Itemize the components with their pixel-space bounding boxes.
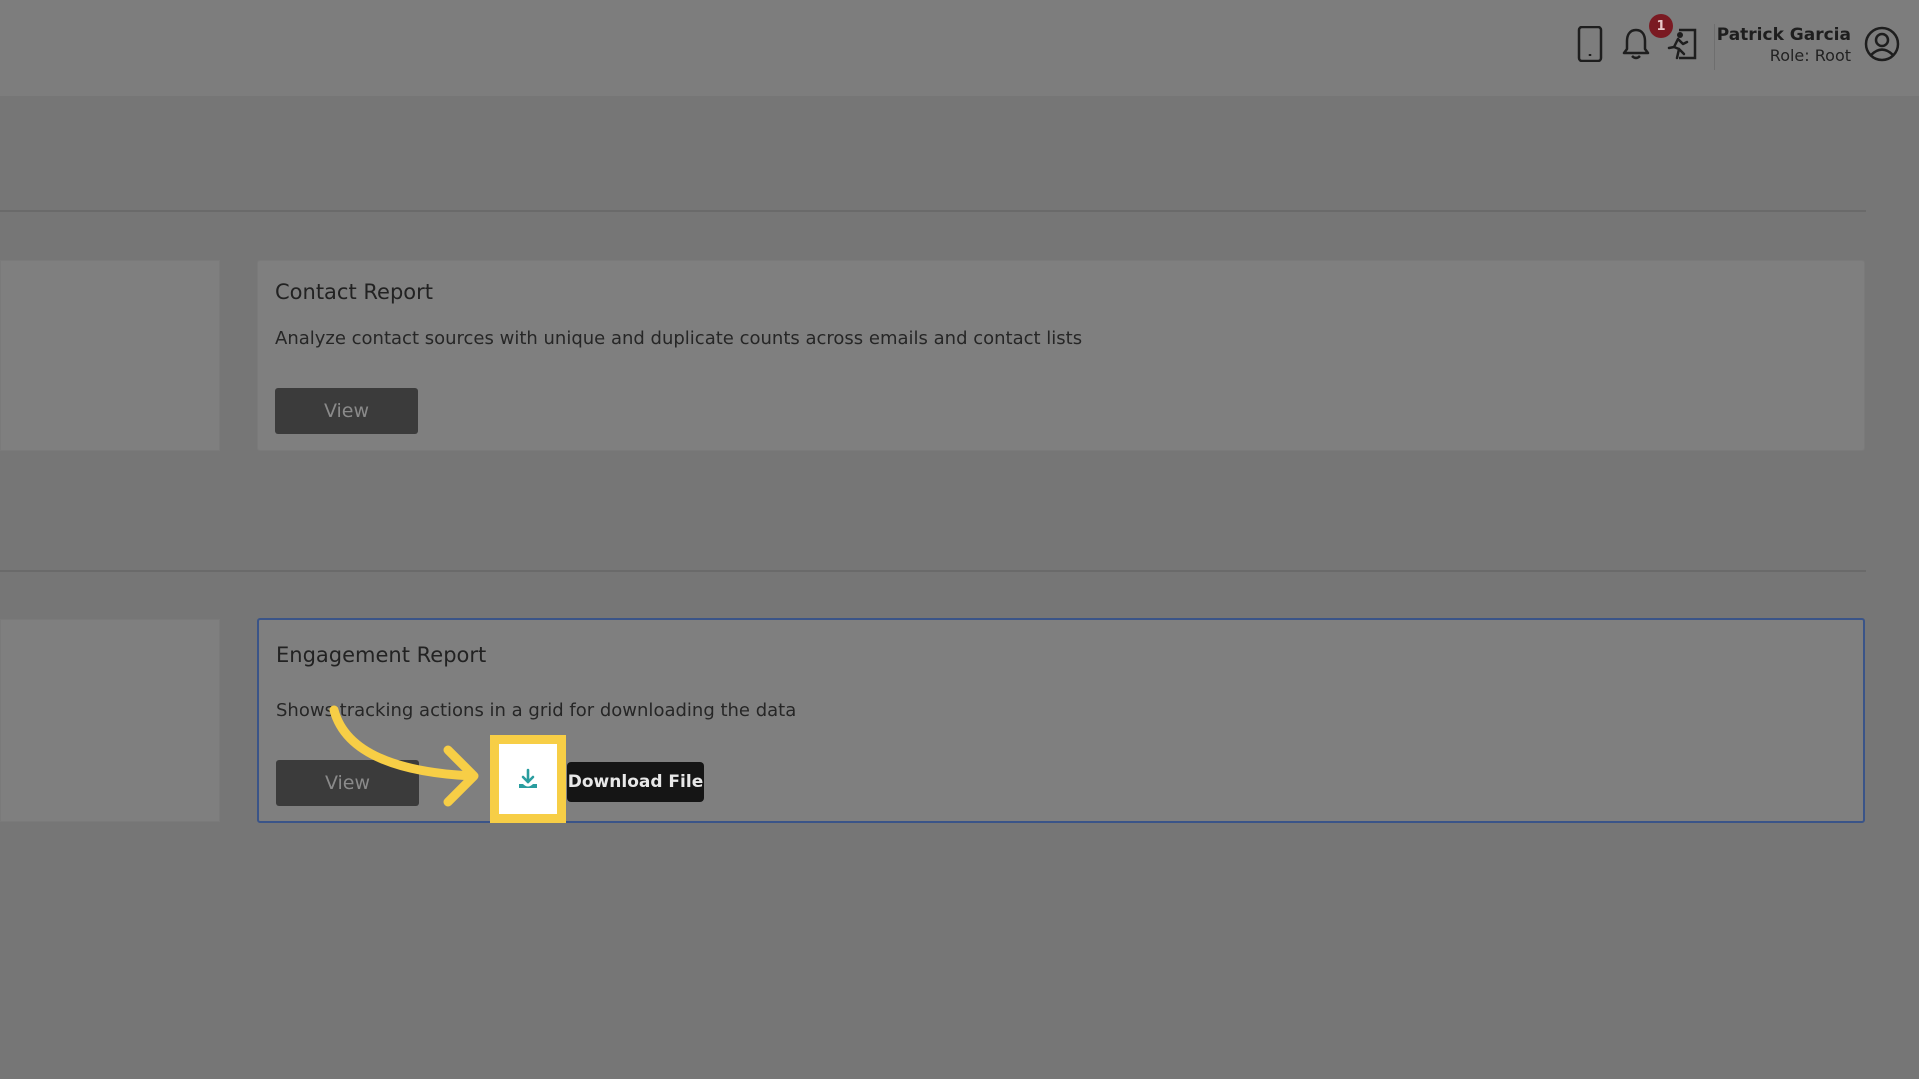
header-divider [1714, 24, 1715, 70]
card-title: Engagement Report [276, 643, 487, 667]
contact-report-card: Contact Report Analyze contact sources w… [257, 260, 1865, 451]
view-button[interactable]: View [275, 388, 418, 434]
guide-arrow-icon [329, 705, 479, 807]
left-card [0, 619, 220, 822]
download-button[interactable] [490, 735, 566, 823]
section-divider [0, 210, 1866, 212]
download-icon [519, 768, 537, 788]
user-name: Patrick Garcia [1716, 25, 1851, 45]
bell-icon[interactable] [1618, 26, 1654, 62]
card-description: Analyze contact sources with unique and … [275, 328, 1083, 349]
left-card [0, 260, 220, 451]
section-divider [0, 570, 1866, 572]
download-tooltip: Download File [567, 762, 704, 802]
user-circle-icon[interactable] [1864, 26, 1900, 62]
exit-icon[interactable] [1664, 26, 1700, 62]
user-role: Role: Root [1769, 46, 1851, 65]
mobile-icon[interactable] [1572, 26, 1608, 62]
card-title: Contact Report [275, 280, 433, 304]
top-bar: 1 Patrick Garcia Role: Root [0, 0, 1919, 96]
